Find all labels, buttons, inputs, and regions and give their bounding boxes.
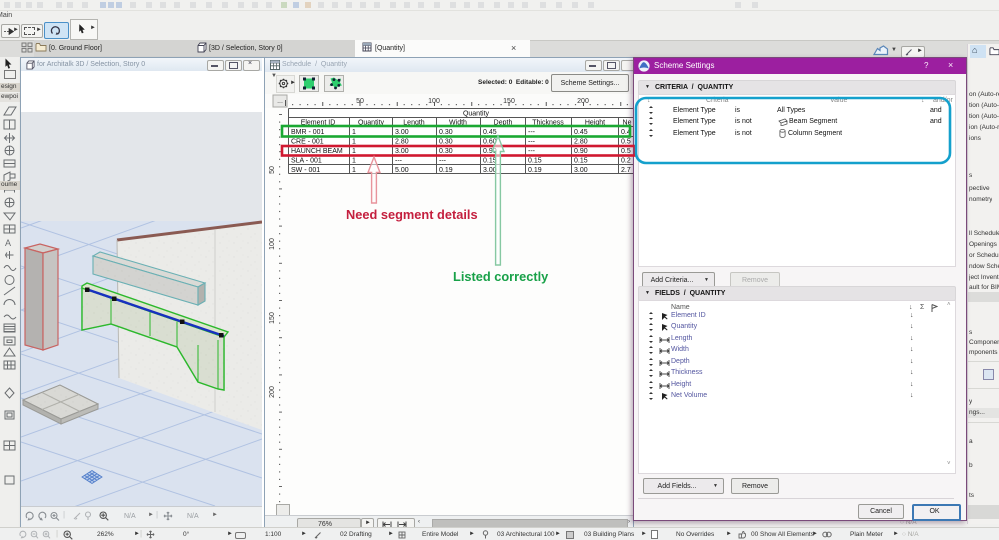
svg-text:Need segment details: Need segment details xyxy=(346,207,478,222)
svg-text:Listed correctly: Listed correctly xyxy=(453,269,549,284)
